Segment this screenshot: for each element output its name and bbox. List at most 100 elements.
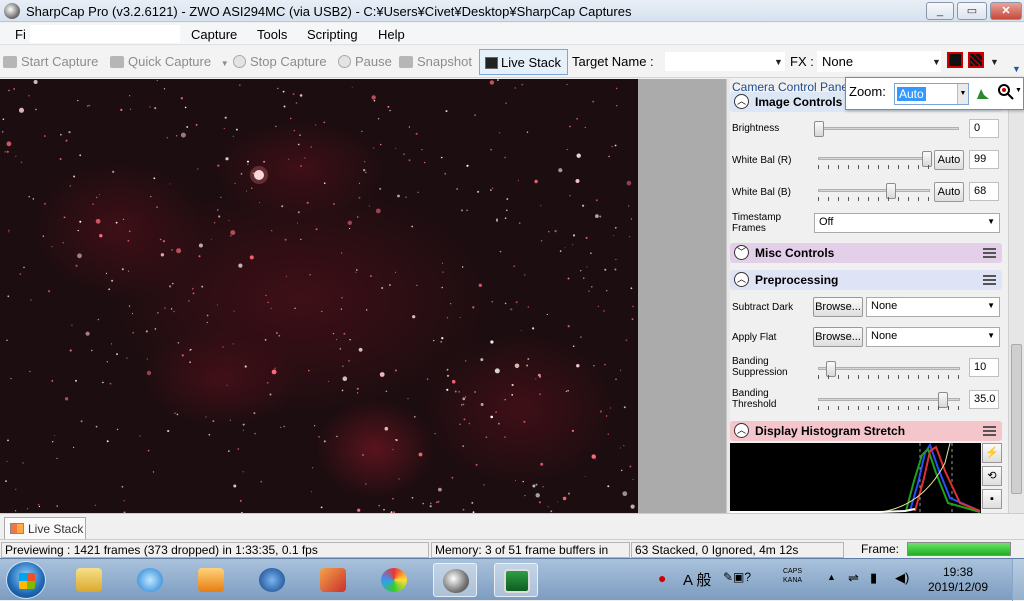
- star: [607, 433, 609, 435]
- target-name-input[interactable]: [664, 51, 786, 72]
- star: [306, 201, 309, 204]
- chevron-down-icon: ▼: [987, 217, 995, 226]
- tray-overflow-icon[interactable]: ▲: [827, 572, 836, 582]
- preprocessing-header[interactable]: ︿ Preprocessing: [730, 270, 1002, 290]
- close-button[interactable]: ✕: [990, 2, 1022, 20]
- menu-capture[interactable]: Capture: [191, 27, 237, 42]
- show-desktop-button[interactable]: [1012, 559, 1024, 601]
- star: [145, 330, 148, 333]
- usb-icon[interactable]: ⇌: [848, 570, 859, 586]
- white-bal-r-value[interactable]: 99: [969, 150, 999, 169]
- menu-help[interactable]: Help: [378, 27, 405, 42]
- zoom-select[interactable]: Auto ▼: [894, 83, 969, 105]
- subtract-dark-select[interactable]: None ▼: [866, 297, 1000, 317]
- chevron-down-icon[interactable]: ▼: [932, 57, 941, 67]
- subtract-dark-browse-button[interactable]: Browse...: [813, 297, 863, 317]
- scrollbar-thumb[interactable]: [1011, 344, 1022, 494]
- banding-suppression-value[interactable]: 10: [969, 358, 999, 377]
- white-bal-b-value[interactable]: 68: [969, 182, 999, 201]
- paint-icon[interactable]: [372, 563, 416, 597]
- lightning-icon[interactable]: ⚡: [982, 443, 1002, 463]
- network-signal-icon[interactable]: ▮: [870, 570, 877, 586]
- start-capture-button[interactable]: Start Capture: [3, 54, 98, 69]
- misc-controls-header[interactable]: ﹀ Misc Controls: [730, 243, 1002, 263]
- star: [523, 420, 526, 423]
- chevron-down-icon[interactable]: ▼: [774, 57, 783, 67]
- brightness-slider[interactable]: [814, 121, 959, 137]
- white-bal-b-slider[interactable]: [818, 183, 930, 201]
- brightness-value[interactable]: 0: [969, 119, 999, 138]
- monitor-taskbar-icon[interactable]: [494, 563, 538, 597]
- histogram-icon[interactable]: [976, 86, 990, 100]
- white-bal-b-auto-button[interactable]: Auto: [934, 182, 964, 202]
- slider-thumb[interactable]: [814, 121, 824, 137]
- fx-select[interactable]: None: [817, 51, 941, 72]
- banding-threshold-slider[interactable]: [818, 392, 960, 410]
- banding-suppression-slider[interactable]: [818, 361, 960, 379]
- chevron-up-icon[interactable]: ︿: [734, 423, 749, 438]
- star: [109, 382, 112, 385]
- red-square-icon[interactable]: [947, 52, 963, 68]
- star: [29, 370, 31, 373]
- star: [450, 303, 452, 305]
- panel-scrollbar[interactable]: [1008, 79, 1024, 513]
- internet-explorer-icon[interactable]: [128, 563, 172, 597]
- hp-icon[interactable]: [250, 563, 294, 597]
- file-explorer-icon[interactable]: [67, 563, 111, 597]
- menu-icon[interactable]: [983, 275, 996, 285]
- star: [105, 272, 108, 274]
- star: [170, 308, 173, 310]
- media-player-icon[interactable]: [189, 563, 233, 597]
- timestamp-frames-select[interactable]: Off ▼: [814, 213, 1000, 233]
- histogram-display[interactable]: [730, 443, 981, 513]
- red-grid-icon[interactable]: [968, 52, 984, 68]
- chevron-up-icon[interactable]: ︿: [734, 272, 749, 287]
- sharpcap-taskbar-icon[interactable]: [433, 563, 477, 597]
- star: [490, 189, 492, 191]
- star: [349, 227, 351, 230]
- snapshot-button[interactable]: Snapshot: [399, 54, 472, 69]
- apply-flat-select[interactable]: None ▼: [866, 327, 1000, 347]
- live-stack-button[interactable]: Live Stack: [479, 49, 568, 75]
- stop-capture-button[interactable]: Stop Capture: [233, 54, 327, 69]
- menu-scripting[interactable]: Scripting: [307, 27, 358, 42]
- ime-indicator[interactable]: A 般: [683, 569, 711, 590]
- menu-tools[interactable]: Tools: [257, 27, 287, 42]
- pause-button[interactable]: Pause: [338, 54, 392, 69]
- star: [205, 416, 207, 418]
- reset-icon[interactable]: ⟲: [982, 466, 1002, 486]
- star: [538, 501, 542, 504]
- app-icon[interactable]: [311, 563, 355, 597]
- quick-capture-button[interactable]: Quick Capture ▼: [110, 54, 229, 69]
- zoom-magnifier-icon[interactable]: [998, 84, 1014, 100]
- menu-icon[interactable]: [983, 248, 996, 258]
- star: [218, 215, 221, 218]
- system-clock[interactable]: 19:38 2019/12/09: [925, 565, 991, 595]
- maximize-button[interactable]: ▭: [957, 2, 987, 20]
- minimize-button[interactable]: _: [926, 2, 954, 20]
- chevron-up-icon[interactable]: ︿: [734, 94, 749, 109]
- banding-threshold-value[interactable]: 35.0: [969, 390, 999, 409]
- save-icon[interactable]: ▪: [982, 489, 1002, 509]
- ime-toolbar-icon[interactable]: ✎▣?: [723, 570, 751, 584]
- overflow-icon[interactable]: ▼: [1012, 64, 1021, 74]
- tab-live-stack[interactable]: Live Stack: [4, 517, 86, 539]
- notification-icon[interactable]: ●: [658, 570, 666, 586]
- white-bal-r-slider[interactable]: [818, 151, 932, 169]
- apply-flat-browse-button[interactable]: Browse...: [813, 327, 863, 347]
- white-bal-r-auto-button[interactable]: Auto: [934, 150, 964, 170]
- histogram-stretch-header[interactable]: ︿ Display Histogram Stretch: [730, 421, 1002, 441]
- menu-icon[interactable]: [983, 426, 996, 436]
- chevron-down-icon[interactable]: ▼: [1015, 87, 1022, 94]
- chevron-down-icon[interactable]: ﹀: [734, 245, 749, 260]
- chevron-down-icon[interactable]: ▼: [957, 84, 968, 104]
- menu-file[interactable]: Fi: [15, 27, 26, 42]
- chevron-down-icon[interactable]: ▼: [990, 57, 999, 67]
- volume-icon[interactable]: ◀): [895, 570, 909, 586]
- star: [315, 124, 317, 126]
- star: [292, 93, 295, 96]
- star: [123, 500, 125, 502]
- star: [233, 310, 235, 312]
- start-button[interactable]: [6, 561, 46, 599]
- camera-image-viewer[interactable]: [0, 79, 638, 513]
